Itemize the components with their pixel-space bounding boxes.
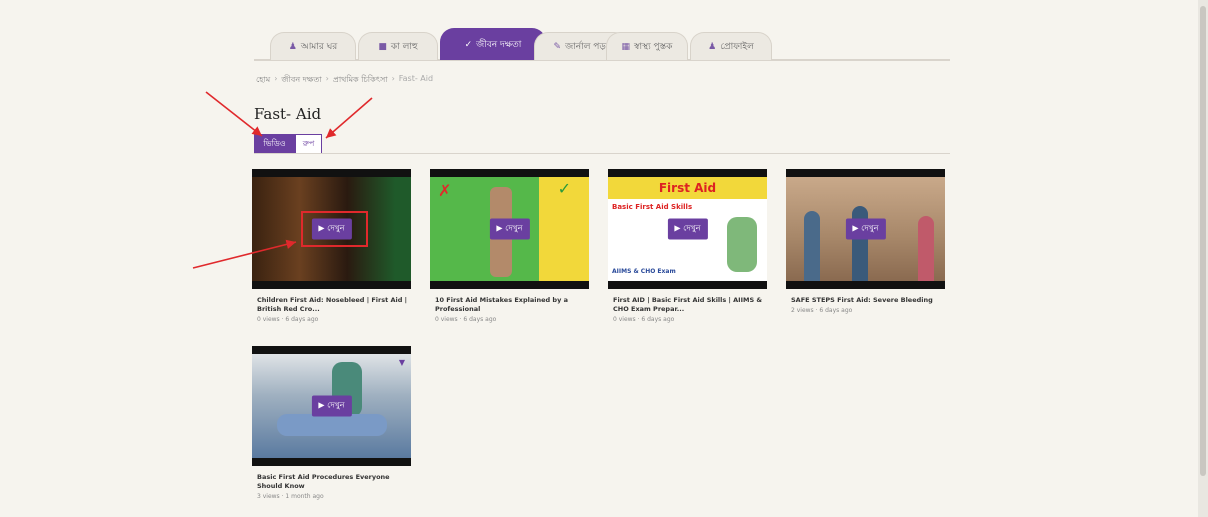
annotation-arrow-list-toggle (325, 97, 373, 139)
video-thumbnail[interactable]: ▶ দেখুন (786, 169, 945, 289)
check-icon: ✓ (557, 179, 571, 198)
video-meta: 0 views · 6 days ago (435, 315, 497, 323)
scrollbar-thumb[interactable] (1200, 6, 1206, 476)
annotation-highlight-box (301, 211, 368, 247)
video-thumbnail[interactable]: ✗ ✓ ▶ দেখুন (430, 169, 589, 289)
tab-profile[interactable]: ♟ প্রোফাইল (690, 32, 772, 60)
video-title[interactable]: Basic First Aid Procedures Everyone Shou… (252, 473, 411, 491)
thumbnail-footer: AIIMS & CHO Exam (612, 268, 676, 275)
tab-second[interactable]: ■ কা লাহু (358, 32, 438, 60)
top-tab-bar: ♟ আমার ঘর ■ কা লাহু ✓ জীবন দক্ষতা ✎ জার্… (254, 26, 950, 61)
video-view-button[interactable]: ভিডিও (254, 134, 295, 154)
video-card[interactable]: ✗ ✓ ▶ দেখুন 10 First Aid Mistakes Explai… (430, 169, 589, 323)
video-meta: 0 views · 6 days ago (613, 315, 675, 323)
video-meta: 0 views · 6 days ago (257, 315, 319, 323)
breadcrumb-current: Fast- Aid (398, 74, 434, 83)
play-button[interactable]: ▶ দেখুন (667, 218, 708, 240)
play-button[interactable]: ▶ দেখুন (489, 218, 530, 240)
video-thumbnail[interactable]: First Aid Basic First Aid Skills AIIMS &… (608, 169, 767, 289)
tab-life-skills[interactable]: ✓ জীবন দক্ষতা (440, 28, 546, 60)
page-scrollbar[interactable] (1198, 0, 1208, 517)
video-card[interactable]: ▼ ▶ দেখুন Basic First Aid Procedures Eve… (252, 346, 411, 500)
video-title[interactable]: SAFE STEPS First Aid: Severe Bleeding (786, 296, 945, 305)
video-meta: 2 views · 6 days ago (791, 306, 853, 314)
briefcase-icon: ■ (378, 41, 387, 52)
cross-icon: ✗ (438, 181, 452, 200)
video-card[interactable]: ▶ দেখুন SAFE STEPS First Aid: Severe Ble… (786, 169, 945, 314)
view-toggle: ভিডিও রুপ (254, 134, 322, 154)
thumbnail-subtitle: Basic First Aid Skills (612, 203, 693, 211)
video-title[interactable]: Children First Aid: Nosebleed | First Ai… (252, 296, 411, 314)
breadcrumb-life-skills[interactable]: জীবন দক্ষতা (281, 74, 321, 87)
play-button[interactable]: ▶ দেখুন (311, 395, 352, 417)
thumbnail-banner: First Aid (608, 177, 767, 199)
annotation-arrows (192, 91, 373, 269)
page-title: Fast- Aid (254, 105, 322, 123)
book-icon: ▦ (621, 41, 631, 52)
person-icon: ♟ (288, 41, 297, 52)
thumbnail-figure (852, 206, 868, 281)
breadcrumb: হোম › জীবন দক্ষতা › প্রাথমিক চিকিৎসা › F… (256, 74, 433, 87)
video-title[interactable]: 10 First Aid Mistakes Explained by a Pro… (430, 296, 589, 314)
video-card[interactable]: First Aid Basic First Aid Skills AIIMS &… (608, 169, 767, 323)
divider (254, 153, 950, 154)
pencil-icon: ✎ (553, 41, 562, 52)
video-thumbnail[interactable]: ▼ ▶ দেখুন (252, 346, 411, 466)
tab-health-book[interactable]: ▦ স্বাস্থ্য পুস্তক (606, 32, 688, 60)
breadcrumb-home[interactable]: হোম (256, 74, 270, 87)
tab-my-home[interactable]: ♟ আমার ঘর (270, 32, 356, 60)
list-view-button[interactable]: রুপ (295, 134, 322, 154)
breadcrumb-separator: › (274, 74, 278, 83)
video-title[interactable]: First AID | Basic First Aid Skills | AII… (608, 296, 767, 314)
thumbnail-figure (277, 414, 387, 436)
person-icon: ♟ (708, 41, 717, 52)
breadcrumb-first-aid-category[interactable]: প্রাথমিক চিকিৎসা (333, 74, 388, 87)
video-meta: 3 views · 1 month ago (257, 492, 324, 500)
breadcrumb-separator: › (325, 74, 329, 83)
thumbnail-figure (918, 216, 934, 281)
breadcrumb-separator: › (391, 74, 395, 83)
thumbnail-figure (727, 217, 757, 272)
thumbnail-figure (804, 211, 820, 281)
play-button[interactable]: ▶ দেখুন (845, 218, 886, 240)
check-icon: ✓ (464, 39, 473, 50)
channel-icon: ▼ (398, 358, 405, 367)
